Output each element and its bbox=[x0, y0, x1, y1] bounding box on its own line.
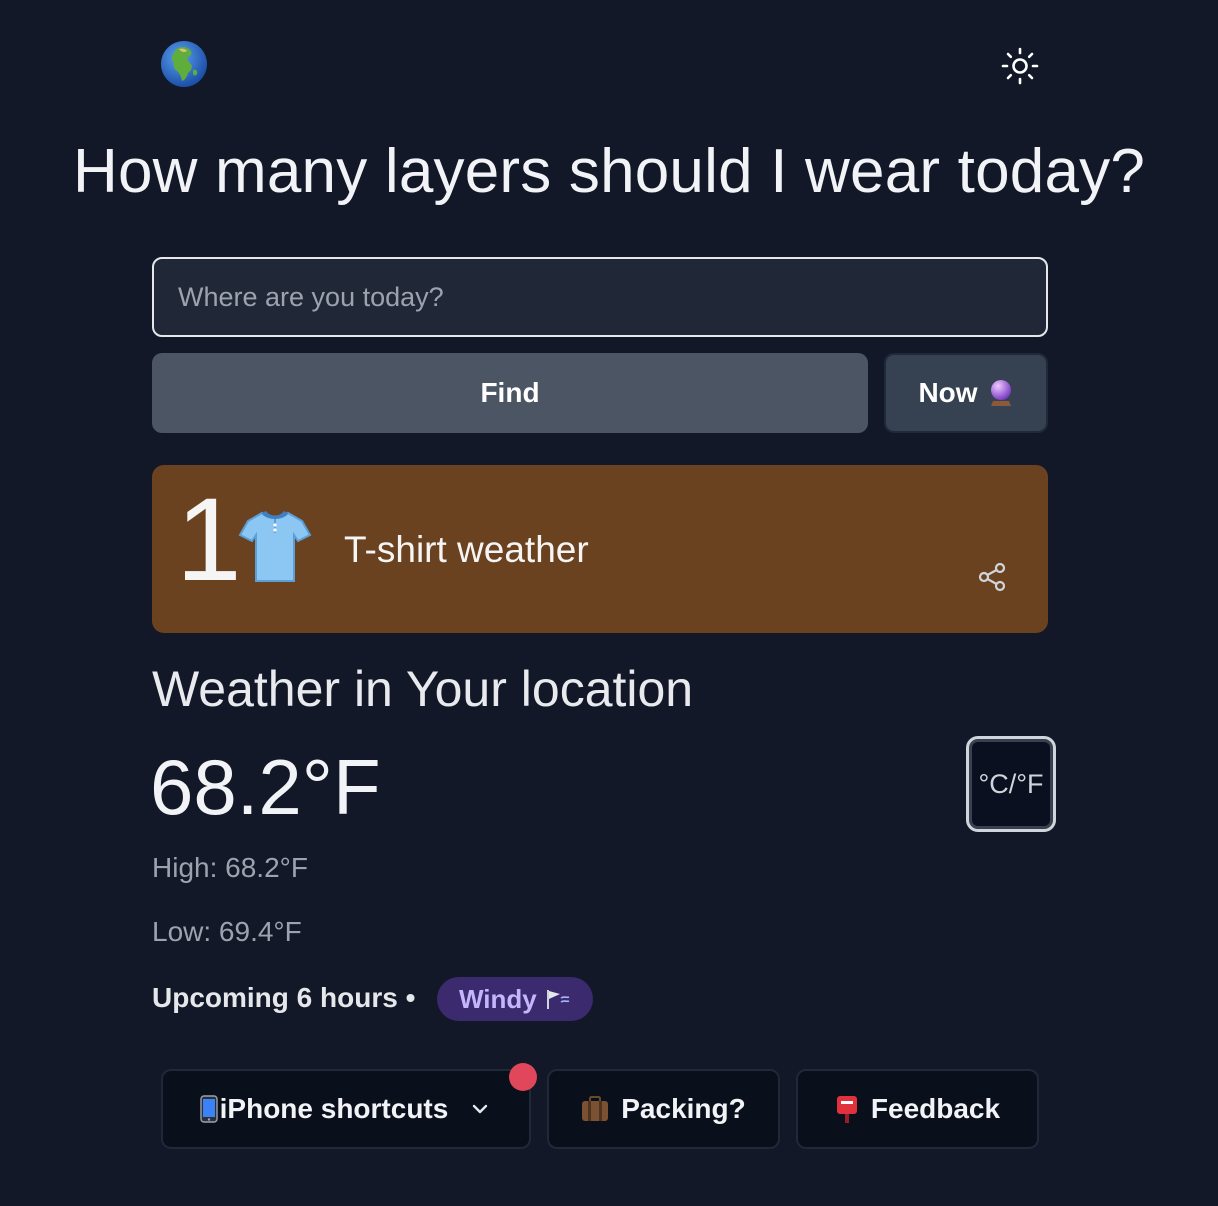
crystal-ball-icon bbox=[990, 380, 1011, 406]
find-button[interactable]: Find bbox=[152, 353, 868, 433]
phone-icon bbox=[199, 1095, 218, 1123]
iphone-shortcuts-label: iPhone shortcuts bbox=[219, 1093, 449, 1124]
globe-africa-icon bbox=[161, 41, 207, 87]
notification-dot bbox=[509, 1063, 537, 1091]
windy-badge: Windy bbox=[437, 977, 593, 1021]
share-button[interactable] bbox=[972, 557, 1012, 597]
tshirt-icon bbox=[238, 511, 312, 582]
sun-icon bbox=[1001, 47, 1039, 85]
unit-toggle-button[interactable]: °C/°F bbox=[966, 736, 1056, 832]
current-temperature: 68.2°F bbox=[150, 743, 381, 831]
page: How many layers should I wear today? Fin… bbox=[0, 0, 1218, 1206]
feedback-label: Feedback bbox=[870, 1093, 1001, 1124]
result-label: T-shirt weather bbox=[344, 529, 589, 570]
page-title: How many layers should I wear today? bbox=[72, 137, 1146, 206]
iphone-shortcuts-button[interactable]: iPhone shortcuts bbox=[161, 1069, 531, 1149]
layer-count: 1 bbox=[176, 474, 242, 606]
high-temperature: High: 68.2°F bbox=[152, 852, 308, 883]
wind-flag-icon bbox=[546, 990, 570, 1009]
windy-badge-label: Windy bbox=[459, 983, 537, 1014]
now-button[interactable]: Now bbox=[884, 353, 1048, 433]
theme-toggle-button[interactable] bbox=[998, 44, 1042, 88]
upcoming-hours-label: Upcoming 6 hours • bbox=[152, 982, 416, 1013]
packing-button[interactable]: Packing? bbox=[547, 1069, 780, 1149]
weather-location-title: Weather in Your location bbox=[152, 661, 694, 717]
luggage-icon bbox=[582, 1096, 609, 1121]
layer-result-card: 1 T-shirt weather bbox=[152, 465, 1048, 633]
location-search-input[interactable] bbox=[152, 257, 1048, 337]
feedback-button[interactable]: Feedback bbox=[796, 1069, 1039, 1149]
packing-label: Packing? bbox=[621, 1093, 746, 1124]
share-icon bbox=[978, 562, 1006, 592]
low-temperature: Low: 69.4°F bbox=[152, 916, 302, 947]
now-button-label: Now bbox=[918, 377, 978, 408]
postbox-icon bbox=[836, 1096, 857, 1123]
chevron-down-icon bbox=[473, 1104, 488, 1114]
